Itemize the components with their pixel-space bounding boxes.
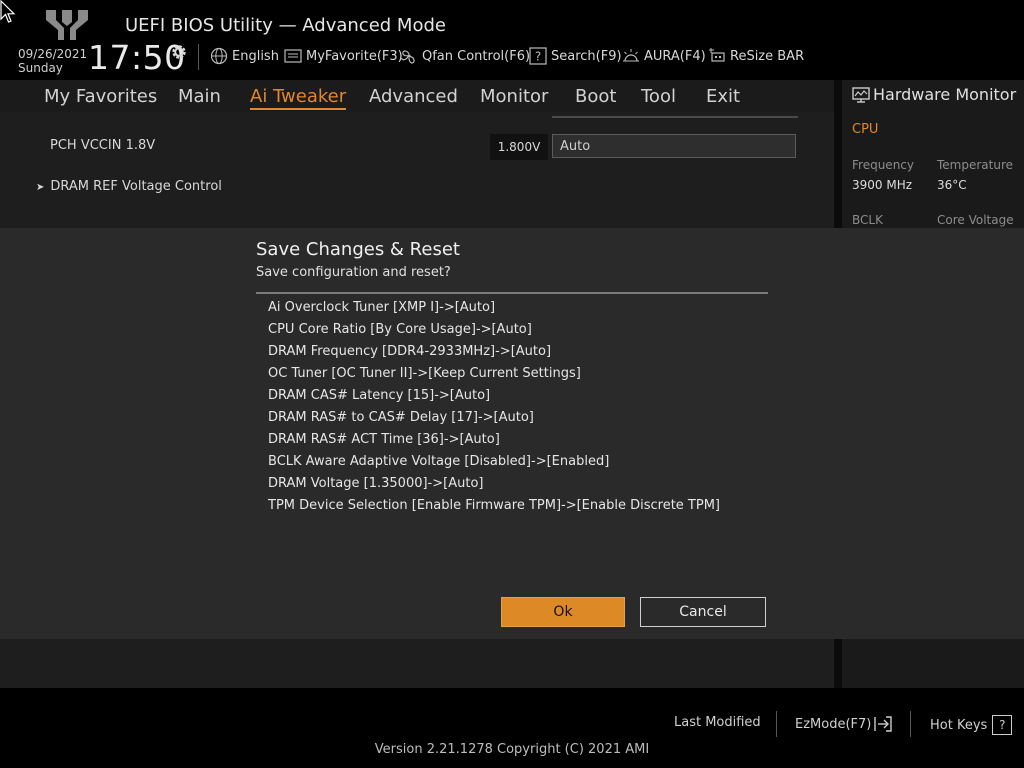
- myfavorite-button[interactable]: MyFavorite(F3): [284, 47, 403, 65]
- cpu-section-heading: CPU: [852, 122, 879, 137]
- hot-keys-label: Hot Keys: [930, 717, 988, 733]
- ezmode-label: EzMode(F7): [795, 716, 872, 732]
- pch-vccin-input[interactable]: Auto: [552, 134, 796, 158]
- bclk-label: BCLK: [852, 213, 883, 227]
- ezmode-button[interactable]: EzMode(F7): [795, 715, 893, 733]
- app-title: UEFI BIOS Utility — Advanced Mode: [125, 15, 446, 36]
- list-item: BCLK Aware Adaptive Voltage [Disabled]->…: [268, 454, 610, 469]
- dialog-subtitle: Save configuration and reset?: [256, 265, 451, 280]
- mouse-cursor-icon: [0, 0, 16, 23]
- myfavorite-label: MyFavorite(F3): [306, 48, 403, 64]
- temperature-label: Temperature: [937, 158, 1014, 172]
- list-item: DRAM Frequency [DDR4-2933MHz]->[Auto]: [268, 344, 552, 359]
- tab-exit[interactable]: Exit: [706, 86, 740, 107]
- header-separator: [198, 44, 199, 70]
- frequency-value: 3900 MHz: [852, 178, 913, 192]
- gear-icon[interactable]: [170, 43, 188, 61]
- fan-icon: [401, 50, 415, 64]
- dialog-title: Save Changes & Reset: [256, 239, 460, 260]
- help-key-icon: ?: [992, 715, 1013, 735]
- resize-bar-icon: [709, 48, 725, 62]
- footer-separator: [910, 711, 911, 737]
- changes-list: Ai Overclock Tuner [XMP I]->[Auto] CPU C…: [268, 299, 768, 519]
- list-item: DRAM RAS# to CAS# Delay [17]->[Auto]: [268, 410, 534, 425]
- temperature-value: 36°C: [937, 178, 967, 192]
- qfan-control-label: Qfan Control(F6): [422, 48, 531, 64]
- list-item: DRAM CAS# Latency [15]->[Auto]: [268, 388, 491, 403]
- ok-button[interactable]: Ok: [501, 597, 625, 627]
- core-voltage-label: Core Voltage: [937, 213, 1014, 227]
- version-text: Version 2.21.1278 Copyright (C) 2021 AMI: [374, 742, 650, 757]
- last-modified-button[interactable]: Last Modified: [674, 715, 761, 730]
- list-item: Ai Overclock Tuner [XMP I]->[Auto]: [268, 300, 496, 315]
- day-text: Sunday: [18, 61, 63, 75]
- exit-to-ezmode-icon: [874, 716, 893, 732]
- pch-vccin-value: 1.800V: [490, 134, 548, 160]
- list-item: CPU Core Ratio [By Core Usage]->[Auto]: [268, 322, 532, 337]
- dram-ref-label: DRAM REF Voltage Control: [50, 179, 222, 194]
- dram-ref-voltage-submenu[interactable]: ➤ DRAM REF Voltage Control: [36, 179, 222, 194]
- globe-icon: [210, 47, 228, 65]
- qfan-control-button[interactable]: Qfan Control(F6): [400, 47, 530, 65]
- tab-advanced[interactable]: Advanced: [369, 86, 458, 107]
- hardware-monitor-title: Hardware Monitor: [873, 85, 1017, 104]
- pch-vccin-label: PCH VCCIN 1.8V: [50, 138, 156, 153]
- tab-my-favorites[interactable]: My Favorites: [44, 86, 157, 107]
- list-item: TPM Device Selection [Enable Firmware TP…: [268, 498, 720, 513]
- search-label: Search(F9): [551, 48, 622, 64]
- dialog-divider: [256, 292, 768, 294]
- resize-bar-button[interactable]: ReSize BAR: [708, 47, 804, 65]
- tuf-logo-icon: [46, 10, 88, 40]
- tab-tool[interactable]: Tool: [641, 86, 676, 107]
- cancel-button[interactable]: Cancel: [640, 597, 766, 627]
- frequency-label: Frequency: [852, 158, 914, 172]
- submenu-arrow-icon: ➤: [36, 182, 45, 193]
- hot-keys-button[interactable]: Hot Keys ?: [930, 715, 1013, 735]
- favorite-icon: [284, 49, 302, 63]
- tab-ai-tweaker[interactable]: Ai Tweaker: [250, 86, 347, 110]
- search-button[interactable]: ? Search(F9): [529, 47, 622, 65]
- list-item: DRAM RAS# ACT Time [36]->[Auto]: [268, 432, 500, 447]
- last-modified-label: Last Modified: [674, 715, 761, 730]
- aura-icon: [623, 49, 639, 62]
- language-button[interactable]: English: [210, 47, 279, 65]
- resize-bar-label: ReSize BAR: [730, 48, 805, 64]
- list-item: OC Tuner [OC Tuner II]->[Keep Current Se…: [268, 366, 581, 381]
- previous-field-edge: [552, 116, 798, 118]
- search-help-icon: ?: [529, 47, 547, 65]
- footer-separator: [776, 711, 777, 737]
- language-label: English: [232, 48, 279, 64]
- aura-label: AURA(F4): [644, 48, 706, 64]
- tab-main[interactable]: Main: [178, 86, 221, 107]
- svg-text:?: ?: [535, 50, 541, 64]
- date-text: 09/26/2021: [18, 47, 88, 61]
- monitor-icon: [852, 87, 870, 103]
- list-item: DRAM Voltage [1.35000]->[Auto]: [268, 476, 484, 491]
- tab-boot[interactable]: Boot: [575, 86, 616, 107]
- tab-monitor[interactable]: Monitor: [480, 86, 548, 107]
- aura-button[interactable]: AURA(F4): [622, 47, 706, 65]
